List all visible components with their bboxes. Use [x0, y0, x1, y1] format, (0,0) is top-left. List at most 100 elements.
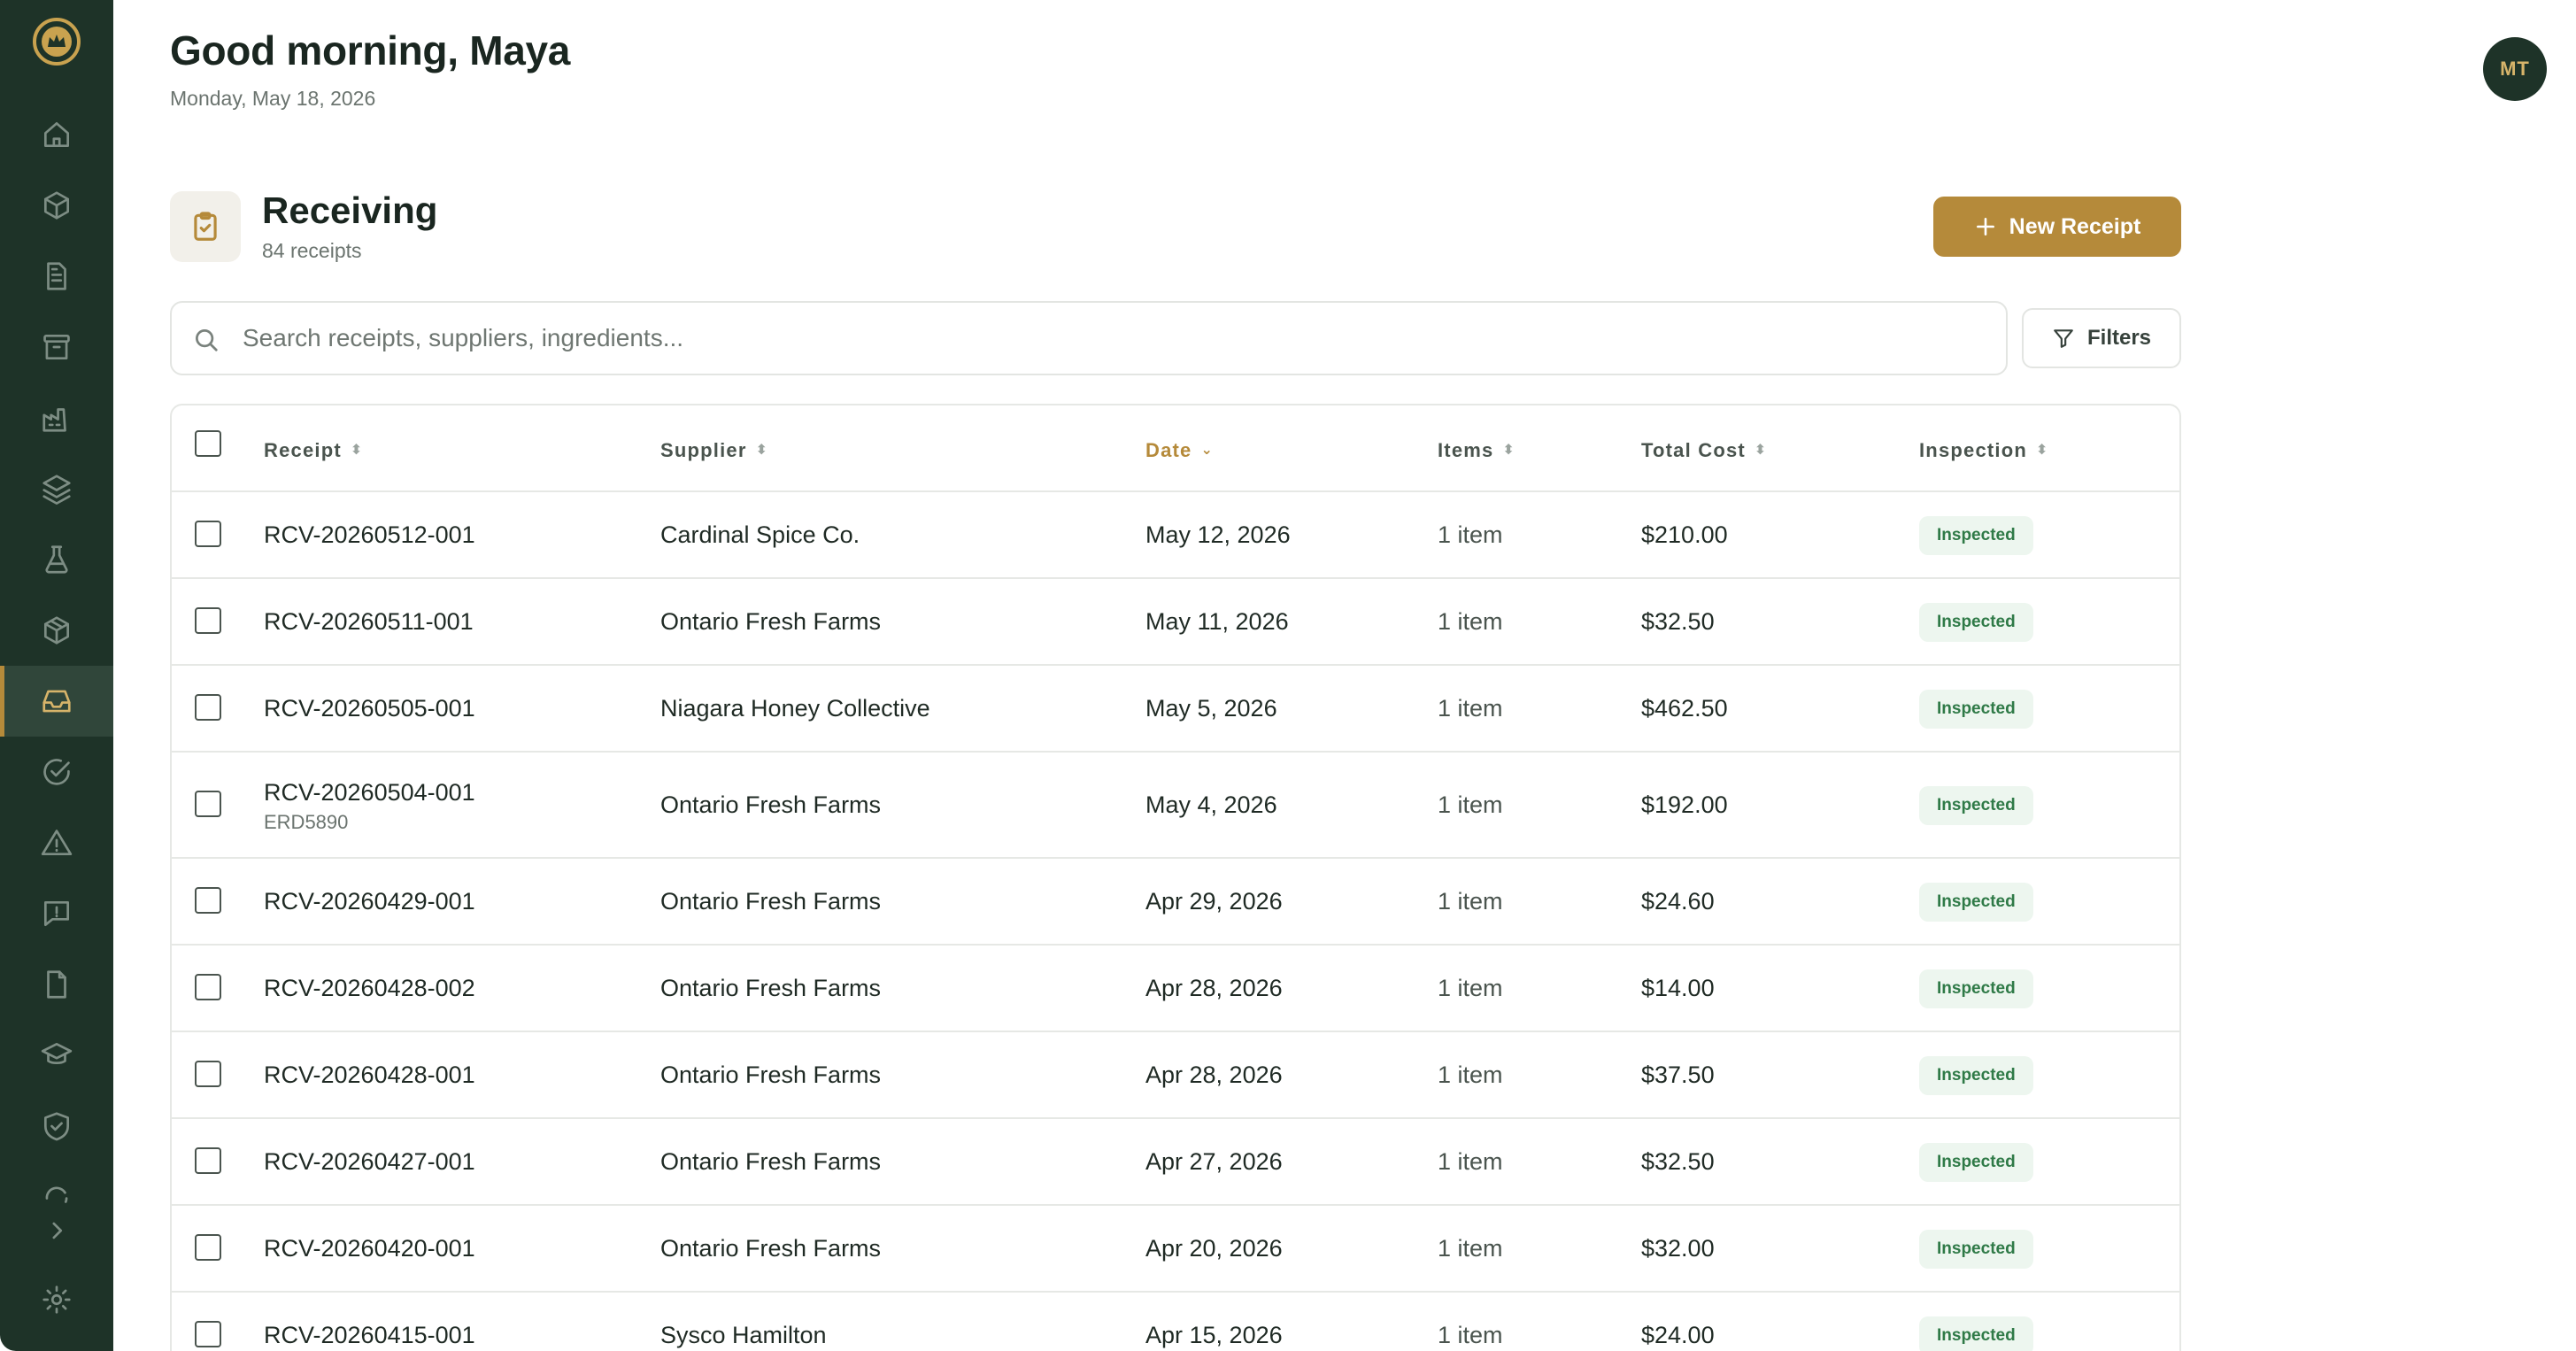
item-count: 1 item: [1438, 1322, 1503, 1348]
column-header-date[interactable]: Date ⌄: [1145, 439, 1214, 462]
sidebar-item-message-alert[interactable]: [35, 892, 78, 935]
total-cost: $32.50: [1641, 1148, 1715, 1175]
table-row[interactable]: RCV-20260428-001 Ontario Fresh Farms Apr 2…: [172, 1032, 2179, 1119]
total-cost: $14.00: [1641, 975, 1715, 1001]
supplier-name: Cardinal Spice Co.: [660, 521, 860, 548]
layers-icon: [42, 475, 71, 505]
graduation-cap-icon: [41, 1042, 73, 1065]
receipt-id[interactable]: RCV-20260429-001: [264, 888, 475, 915]
total-cost: $210.00: [1641, 521, 1728, 548]
item-count: 1 item: [1438, 975, 1503, 1001]
sidebar-item-factory[interactable]: [35, 397, 78, 439]
sidebar-item-package[interactable]: [35, 609, 78, 652]
warning-icon: [41, 830, 73, 856]
sidebar-item-graduation-cap[interactable]: [35, 1034, 78, 1077]
current-date: Monday, May 18, 2026: [170, 87, 376, 110]
greeting-title: Good morning, Maya: [170, 27, 571, 73]
receipt-id[interactable]: RCV-20260427-001: [264, 1148, 475, 1176]
sidebar-item-flask[interactable]: [35, 538, 78, 581]
row-checkbox[interactable]: [195, 1061, 221, 1087]
filters-label: Filters: [2086, 326, 2152, 350]
total-cost: $37.50: [1641, 1062, 1715, 1088]
receipt-date: May 11, 2026: [1145, 608, 1289, 635]
sidebar-item-refresh[interactable]: [35, 1176, 78, 1218]
supplier-name: Sysco Hamilton: [660, 1322, 827, 1348]
receipt-id[interactable]: RCV-20260415-001: [264, 1322, 475, 1349]
table-row[interactable]: RCV-20260504-001 ERD5890 Ontario Fresh Far…: [172, 753, 2179, 859]
supplier-name: Ontario Fresh Farms: [660, 608, 882, 635]
row-checkbox[interactable]: [195, 607, 221, 634]
row-checkbox[interactable]: [195, 694, 221, 721]
item-count: 1 item: [1438, 888, 1503, 915]
total-cost: $32.50: [1641, 608, 1715, 635]
total-cost: $192.00: [1641, 791, 1728, 818]
document-icon: [47, 262, 66, 290]
receipt-id[interactable]: RCV-20260512-001: [264, 521, 475, 549]
filters-button[interactable]: Filters: [2022, 308, 2181, 368]
sidebar-item-file[interactable]: [35, 963, 78, 1006]
sidebar-item-layers[interactable]: [35, 467, 78, 510]
status-badge: Inspected: [1919, 1143, 2033, 1182]
new-receipt-label: New Receipt: [2009, 213, 2141, 239]
column-header-receipt[interactable]: Receipt ⬍: [264, 439, 363, 462]
receipt-id[interactable]: RCV-20260428-002: [264, 975, 475, 1002]
receipt-id[interactable]: RCV-20260511-001: [264, 608, 474, 636]
column-header-total-cost[interactable]: Total Cost ⬍: [1641, 439, 1768, 462]
avatar[interactable]: MT: [2483, 37, 2547, 101]
sidebar-item-archive[interactable]: [35, 326, 78, 368]
receipt-id[interactable]: RCV-20260428-001: [264, 1062, 475, 1089]
sidebar-item-home[interactable]: [35, 113, 78, 156]
receipt-id[interactable]: RCV-20260505-001: [264, 695, 475, 722]
table-row[interactable]: RCV-20260512-001 Cardinal Spice Co. May 12…: [172, 492, 2179, 579]
status-badge: Inspected: [1919, 786, 2033, 825]
column-header-inspection[interactable]: Inspection ⬍: [1919, 439, 2049, 462]
receipt-date: Apr 28, 2026: [1145, 1062, 1283, 1088]
sidebar-item-shield-check[interactable]: [35, 1105, 78, 1147]
sidebar-item-gear[interactable]: [35, 1278, 78, 1321]
sidebar-item-warning[interactable]: [35, 822, 78, 864]
total-cost: $462.50: [1641, 695, 1728, 722]
item-count: 1 item: [1438, 695, 1503, 722]
row-checkbox[interactable]: [195, 1234, 221, 1261]
home-icon: [43, 121, 70, 148]
column-header-supplier[interactable]: Supplier ⬍: [660, 439, 768, 462]
table-row[interactable]: RCV-20260415-001 Sysco Hamilton Apr 15, 20…: [172, 1293, 2179, 1351]
item-count: 1 item: [1438, 521, 1503, 548]
search-icon: [196, 329, 218, 351]
status-badge: Inspected: [1919, 969, 2033, 1008]
total-cost: $24.00: [1641, 1322, 1715, 1348]
archive-icon: [43, 334, 70, 360]
file-icon: [47, 970, 66, 999]
item-count: 1 item: [1438, 1148, 1503, 1175]
sidebar-item-inbox[interactable]: [35, 680, 78, 722]
select-all-checkbox[interactable]: [195, 430, 221, 457]
row-checkbox[interactable]: [195, 887, 221, 914]
logo-icon[interactable]: [31, 16, 82, 67]
table-row[interactable]: RCV-20260427-001 Ontario Fresh Farms Apr 2…: [172, 1119, 2179, 1206]
receipt-id[interactable]: RCV-20260420-001: [264, 1235, 475, 1262]
table-row[interactable]: RCV-20260505-001 Niagara Honey Collective…: [172, 666, 2179, 753]
sidebar-item-document[interactable]: [35, 255, 78, 297]
row-checkbox[interactable]: [195, 974, 221, 1000]
search-input[interactable]: [243, 319, 1978, 358]
status-badge: Inspected: [1919, 690, 2033, 729]
sidebar-item-box[interactable]: [35, 184, 78, 227]
column-header-items[interactable]: Items ⬍: [1438, 439, 1516, 462]
table-row[interactable]: RCV-20260511-001 Ontario Fresh Farms May 1…: [172, 579, 2179, 666]
row-checkbox[interactable]: [195, 791, 221, 817]
sidebar-item-check-circle[interactable]: [35, 751, 78, 793]
new-receipt-button[interactable]: New Receipt: [1933, 197, 2181, 257]
sort-icon: ⬍: [755, 443, 769, 458]
receipt-id[interactable]: RCV-20260504-001: [264, 779, 475, 807]
table-row[interactable]: RCV-20260429-001 Ontario Fresh Farms Apr 2…: [172, 859, 2179, 946]
sidebar: [0, 0, 113, 1351]
row-checkbox[interactable]: [195, 1147, 221, 1174]
sidebar-item-chevron-right[interactable]: [39, 1213, 74, 1248]
table-row[interactable]: RCV-20260428-002 Ontario Fresh Farms Apr 2…: [172, 946, 2179, 1032]
receipt-reference: ERD5890: [264, 811, 349, 833]
row-checkbox[interactable]: [195, 1321, 221, 1347]
check-circle-icon: [43, 759, 70, 785]
supplier-name: Ontario Fresh Farms: [660, 1062, 882, 1088]
table-row[interactable]: RCV-20260420-001 Ontario Fresh Farms Apr 2…: [172, 1206, 2179, 1293]
row-checkbox[interactable]: [195, 521, 221, 547]
